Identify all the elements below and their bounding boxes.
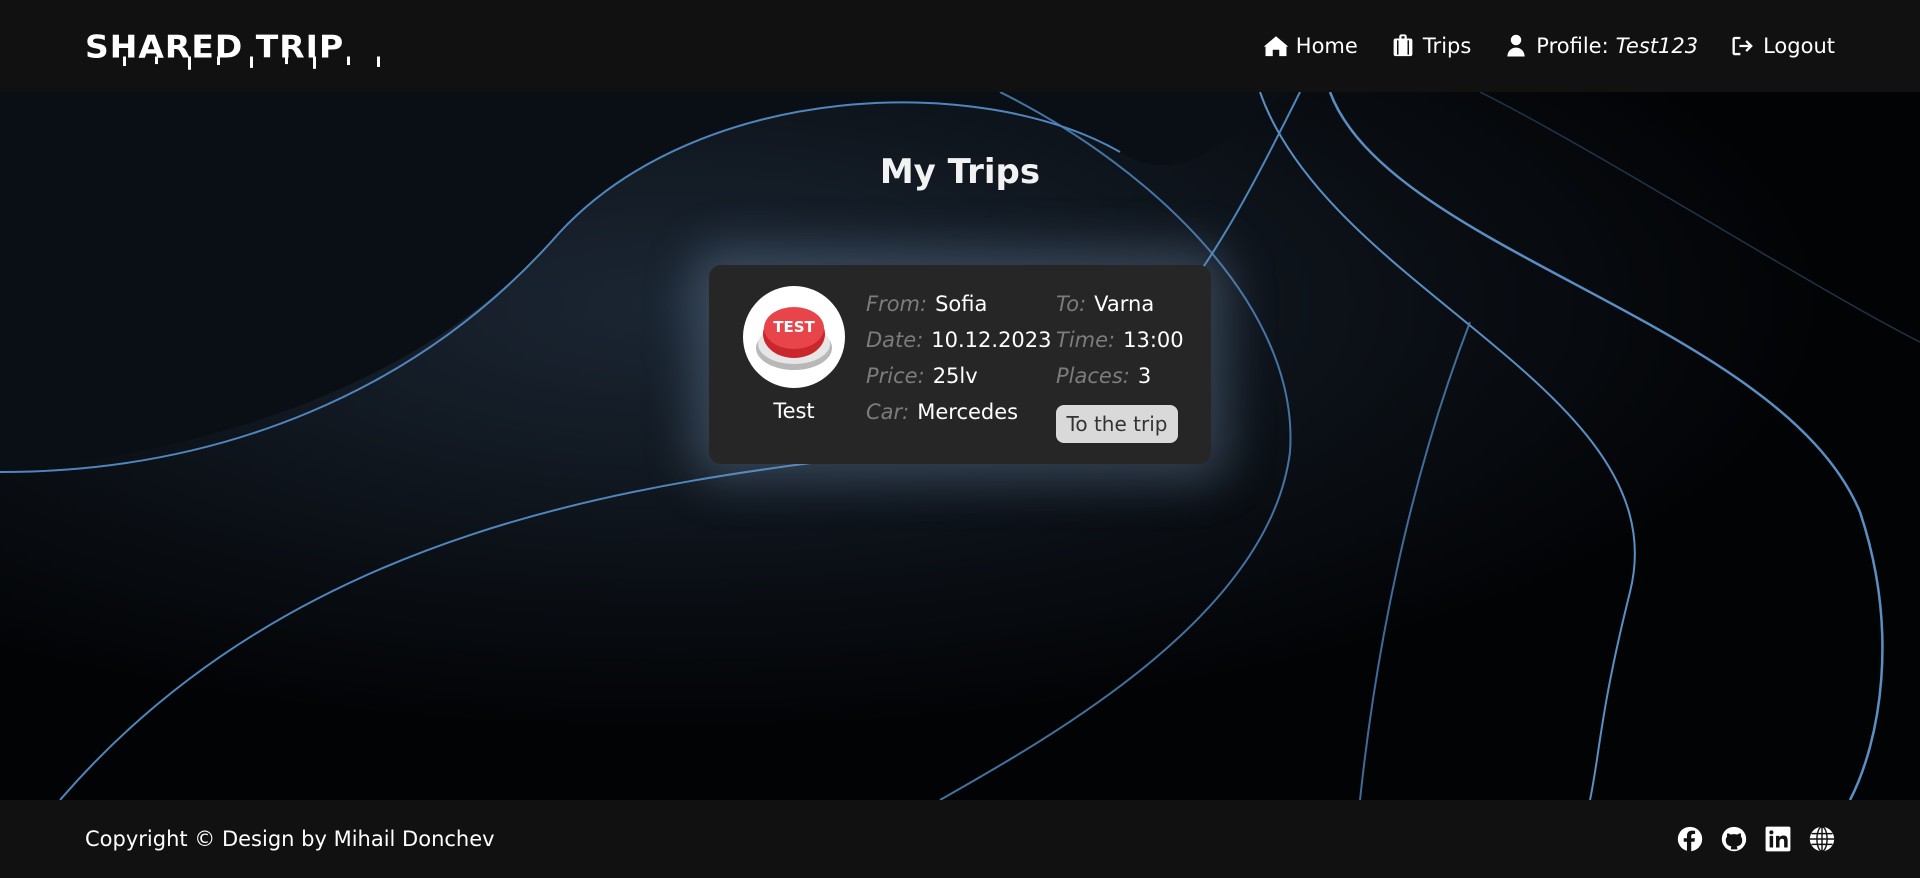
trip-from-label: From:: [866, 292, 928, 316]
trip-from: From: Sofia: [866, 292, 987, 316]
trip-card: TEST Test From: Sofia Date: 10.12.2023 Pri…: [709, 265, 1211, 464]
avatar-label: TEST: [773, 318, 815, 336]
linkedin-icon: [1765, 826, 1791, 852]
trip-date-label: Date:: [866, 328, 924, 352]
avatar-test-button-image: TEST: [756, 307, 832, 370]
trip-car: Car: Mercedes: [866, 400, 1018, 424]
footer: Copyright © Design by Mihail Donchev: [0, 800, 1920, 878]
suitcase-icon: [1393, 34, 1413, 57]
nav-logout[interactable]: Logout: [1730, 34, 1835, 58]
social-links: [1677, 826, 1835, 852]
trip-places: Places: 3: [1056, 364, 1151, 388]
github-link[interactable]: [1721, 826, 1747, 852]
nav-trips-label: Trips: [1422, 34, 1472, 58]
nav-trips[interactable]: Trips: [1390, 34, 1471, 58]
trip-time-value: 13:00: [1123, 328, 1184, 352]
facebook-icon: [1677, 826, 1703, 852]
linkedin-link[interactable]: [1765, 826, 1791, 852]
website-link[interactable]: [1809, 826, 1835, 852]
trip-price: Price: 25lv: [866, 364, 978, 388]
page-title: My Trips: [879, 152, 1041, 192]
nav-profile[interactable]: Profile: Test123: [1503, 34, 1698, 58]
copyright-text: Copyright © Design by Mihail Donchev: [85, 827, 495, 851]
trip-price-label: Price:: [866, 364, 925, 388]
logo[interactable]: SHARED TRIP: [85, 27, 380, 70]
main-content: My Trips TEST Test From: Sofia Date: 10.12…: [0, 92, 1920, 800]
logout-icon: [1732, 36, 1753, 56]
github-icon: [1721, 826, 1747, 852]
globe-icon: [1809, 826, 1835, 852]
trip-places-label: Places:: [1056, 364, 1130, 388]
facebook-link[interactable]: [1677, 826, 1703, 852]
trip-car-label: Car:: [866, 400, 910, 424]
logo-drips-decoration: [123, 55, 380, 70]
trip-date: Date: 10.12.2023: [866, 328, 1052, 352]
trip-time-label: Time:: [1056, 328, 1116, 352]
nav-profile-label: Profile:: [1536, 34, 1609, 58]
trip-price-value: 25lv: [932, 364, 978, 388]
home-icon: [1263, 36, 1289, 57]
nav-home[interactable]: Home: [1263, 34, 1358, 58]
user-icon: [1507, 34, 1525, 57]
trip-to-value: Varna: [1094, 292, 1155, 316]
nav-home-label: Home: [1295, 34, 1358, 58]
trip-date-value: 10.12.2023: [931, 328, 1052, 352]
to-the-trip-button[interactable]: To the trip: [1056, 405, 1178, 443]
trip-places-value: 3: [1137, 364, 1152, 388]
trip-to: To: Varna: [1056, 292, 1154, 316]
nav-logout-label: Logout: [1763, 34, 1835, 58]
trip-to-label: To:: [1056, 292, 1087, 316]
nav-profile-username: Test123: [1615, 34, 1699, 58]
driver-name: Test: [773, 399, 815, 423]
header: SHARED TRIP Home Trips Profile: Test123: [0, 0, 1920, 92]
trip-car-value: Mercedes: [917, 400, 1019, 424]
driver-avatar[interactable]: TEST: [743, 286, 845, 388]
trip-from-value: Sofia: [935, 292, 988, 316]
trip-time: Time: 13:00: [1056, 328, 1184, 352]
main-nav: Home Trips Profile: Test123 Logout: [1263, 34, 1835, 58]
